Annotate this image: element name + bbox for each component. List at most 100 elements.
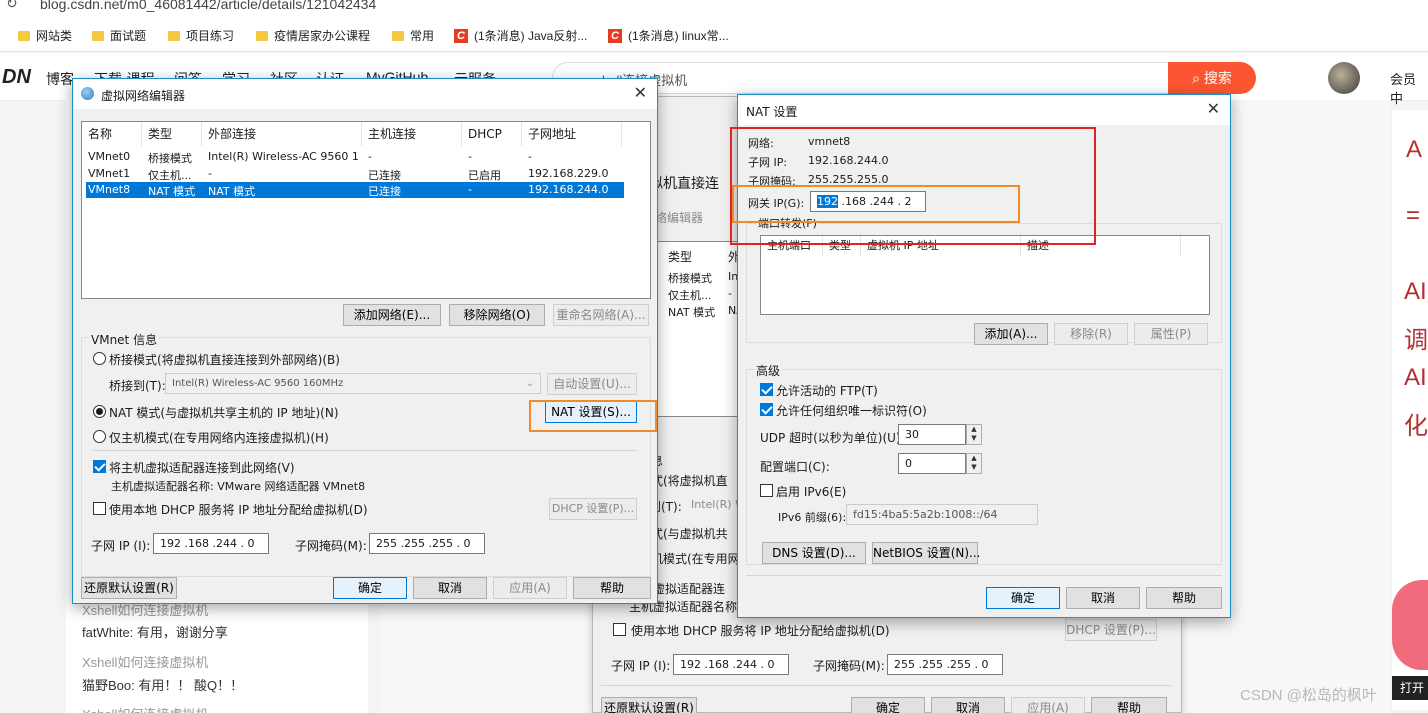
column-header[interactable]: 子网地址 bbox=[522, 122, 622, 146]
nat-radio[interactable] bbox=[93, 405, 106, 418]
bookmark-item[interactable]: 网站类 bbox=[18, 27, 72, 44]
table-row[interactable]: VMnet1 仅主机... - 已连接 已启用 192.168.229.0 bbox=[82, 165, 650, 182]
dhcp-settings-button: DHCP 设置(P)... bbox=[549, 498, 637, 520]
cell-external: Intel(R) Wireless-AC 9560 1... bbox=[208, 150, 358, 163]
nat-settings-dialog: NAT 设置 ✕ 网络: vmnet8 子网 IP: 192.168.244.0… bbox=[730, 94, 1231, 618]
right-text: AI bbox=[1404, 364, 1427, 391]
connect-host-adapter-label[interactable]: 将主机虚拟适配器连接到此网络(V) bbox=[109, 459, 295, 476]
csdn-logo[interactable]: DN bbox=[2, 66, 31, 89]
bookmark-item[interactable]: 项目练习 bbox=[168, 27, 234, 44]
dns-settings-button[interactable]: DNS 设置(D)... bbox=[762, 542, 866, 564]
comment-text: fatWhite: 有用，谢谢分享 bbox=[82, 625, 228, 640]
host-only-radio[interactable] bbox=[93, 430, 106, 443]
bg-cell: NAT 模式 bbox=[668, 306, 716, 319]
close-icon[interactable]: ✕ bbox=[634, 83, 647, 102]
comment-title[interactable]: Xshell如何连接虚拟机 bbox=[82, 652, 208, 671]
bookmark-item[interactable]: 疫情居家办公课程 bbox=[256, 27, 370, 44]
add-port-button[interactable]: 添加(A)... bbox=[974, 323, 1048, 345]
help-button[interactable]: 帮助 bbox=[1146, 587, 1222, 609]
config-port-stepper[interactable]: ▲ ▼ bbox=[966, 453, 982, 474]
subnet-mask-input[interactable]: 255 .255 .255 . 0 bbox=[369, 533, 485, 554]
bookmark-item[interactable]: 常用 bbox=[392, 27, 434, 44]
network-list[interactable]: 名称 类型 外部连接 主机连接 DHCP 子网地址 VMnet0 桥接模式 In… bbox=[81, 121, 651, 299]
right-text: = bbox=[1406, 202, 1421, 229]
right-text: 化 bbox=[1404, 413, 1428, 440]
promo-graphic bbox=[1392, 580, 1428, 670]
separator bbox=[746, 575, 1222, 576]
advanced-label: 高级 bbox=[754, 362, 783, 379]
right-column: A = AI 调 AI 化 打开 bbox=[1392, 110, 1428, 710]
up-arrow-icon[interactable]: ▲ bbox=[967, 454, 981, 463]
comment-text: 猫野Boo: 有用！！ 酸Q！！ bbox=[82, 678, 244, 693]
open-button[interactable]: 打开 bbox=[1392, 676, 1428, 700]
search-button[interactable]: ⌕ 搜索 bbox=[1168, 62, 1256, 94]
cancel-button[interactable]: 取消 bbox=[413, 577, 487, 599]
nat-titlebar[interactable]: NAT 设置 ✕ bbox=[738, 95, 1230, 125]
close-icon[interactable]: ✕ bbox=[1207, 99, 1220, 118]
bridged-label[interactable]: 桥接模式(将虚拟机直接连接到外部网络)(B) bbox=[109, 351, 340, 368]
subnet-ip-label: 子网 IP (I): bbox=[91, 539, 151, 553]
vne-titlebar[interactable]: 虚拟网络编辑器 ✕ bbox=[73, 79, 657, 109]
bg-label: 式(将虚拟机直 bbox=[651, 474, 728, 488]
cell-type: NAT 模式 bbox=[148, 185, 196, 198]
column-header[interactable]: DHCP bbox=[462, 122, 522, 146]
down-arrow-icon[interactable]: ▼ bbox=[967, 434, 981, 443]
bg-subnet-ip: 192 .168 .244 . 0 bbox=[673, 654, 789, 675]
bookmark-item[interactable]: 面试题 bbox=[92, 27, 146, 44]
bg-help-button: 帮助 bbox=[1091, 697, 1167, 713]
allow-oui-label[interactable]: 允许任何组织唯一标识符(O) bbox=[776, 402, 927, 419]
udp-timeout-input[interactable]: 30 bbox=[898, 424, 966, 445]
address-bar[interactable]: ↻ blog.csdn.net/m0_46081442/article/deta… bbox=[0, 0, 1428, 20]
nat-label[interactable]: NAT 模式(与虚拟机共享主机的 IP 地址)(N) bbox=[109, 404, 339, 421]
connect-host-adapter-checkbox[interactable] bbox=[93, 460, 106, 473]
allow-oui-checkbox[interactable] bbox=[760, 403, 773, 416]
column-header[interactable]: 外部连接 bbox=[202, 122, 362, 146]
cell-dhcp: - bbox=[468, 183, 472, 196]
bridged-radio[interactable] bbox=[93, 352, 106, 365]
table-row[interactable]: VMnet0 桥接模式 Intel(R) Wireless-AC 9560 1.… bbox=[82, 148, 650, 165]
column-header[interactable]: 主机连接 bbox=[362, 122, 462, 146]
down-arrow-icon[interactable]: ▼ bbox=[967, 463, 981, 472]
add-network-button[interactable]: 添加网络(E)... bbox=[343, 304, 441, 326]
use-dhcp-checkbox[interactable] bbox=[93, 502, 106, 515]
comment-title[interactable]: Xshell如何连接虚拟机 bbox=[82, 704, 208, 713]
netbios-settings-button[interactable]: NetBIOS 设置(N)... bbox=[872, 542, 981, 564]
chevron-down-icon: ⌄ bbox=[525, 378, 534, 389]
ok-button[interactable]: 确定 bbox=[333, 577, 407, 599]
cell-name: VMnet1 bbox=[88, 167, 131, 180]
cancel-button[interactable]: 取消 bbox=[1066, 587, 1140, 609]
bg-subnet-mask: 255 .255 .255 . 0 bbox=[887, 654, 1003, 675]
cell-external: - bbox=[208, 167, 212, 180]
bookmark-item[interactable]: C (1条消息) linux常... bbox=[608, 27, 729, 44]
bookmark-item[interactable]: C (1条消息) Java反射... bbox=[454, 27, 587, 44]
column-header[interactable]: 类型 bbox=[142, 122, 202, 146]
bg-label: 子网 IP (I): bbox=[611, 659, 671, 673]
table-row-selected[interactable]: VMnet8 NAT 模式 NAT 模式 已连接 - 192.168.244.0 bbox=[86, 182, 624, 198]
restore-defaults-button[interactable]: 还原默认设置(R) bbox=[81, 577, 177, 599]
remove-network-button[interactable]: 移除网络(O) bbox=[449, 304, 545, 326]
folder-icon bbox=[168, 30, 180, 41]
enable-ipv6-label[interactable]: 启用 IPv6(E) bbox=[776, 483, 846, 500]
use-dhcp-label[interactable]: 使用本地 DHCP 服务将 IP 地址分配给虚拟机(D) bbox=[109, 501, 368, 518]
enable-ipv6-checkbox[interactable] bbox=[760, 484, 773, 497]
allow-ftp-label[interactable]: 允许活动的 FTP(T) bbox=[776, 382, 878, 399]
bridged-to-label: 桥接到(T): bbox=[109, 379, 166, 393]
cell-host: 已连接 bbox=[368, 185, 401, 198]
udp-timeout-stepper[interactable]: ▲ ▼ bbox=[966, 424, 982, 445]
config-port-label: 配置端口(C): bbox=[760, 460, 830, 474]
port-forwarding-list[interactable]: 主机端口 类型 虚拟机 IP 地址 描述 bbox=[760, 235, 1210, 315]
help-button[interactable]: 帮助 bbox=[573, 577, 651, 599]
ok-button[interactable]: 确定 bbox=[986, 587, 1060, 609]
nav-item[interactable]: 博客 bbox=[46, 69, 74, 89]
udp-timeout-label: UDP 超时(以秒为单位)(U): bbox=[760, 431, 905, 445]
config-port-input[interactable]: 0 bbox=[898, 453, 966, 474]
subnet-ip-input[interactable]: 192 .168 .244 . 0 bbox=[153, 533, 269, 554]
up-arrow-icon[interactable]: ▲ bbox=[967, 425, 981, 434]
reload-icon[interactable]: ↻ bbox=[6, 0, 18, 12]
cell-name: VMnet0 bbox=[88, 150, 131, 163]
column-header[interactable]: 名称 bbox=[82, 122, 142, 146]
allow-ftp-checkbox[interactable] bbox=[760, 383, 773, 396]
avatar[interactable] bbox=[1328, 62, 1360, 94]
member-link[interactable]: 会员中 bbox=[1390, 69, 1428, 107]
host-only-label[interactable]: 仅主机模式(在专用网络内连接虚拟机)(H) bbox=[109, 429, 329, 446]
